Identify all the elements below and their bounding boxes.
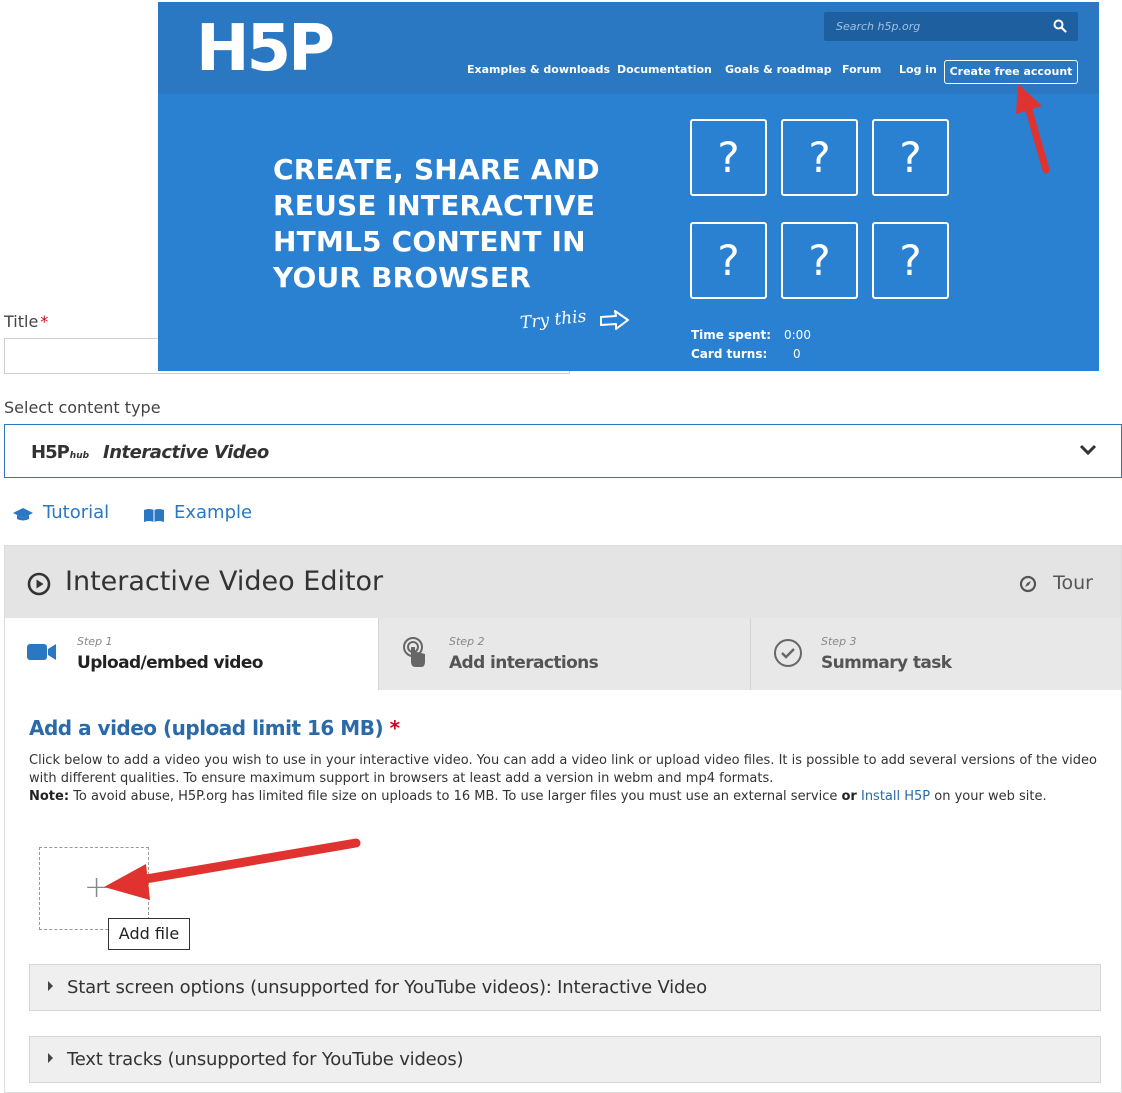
memory-card[interactable]: ?: [872, 119, 949, 196]
play-circle-icon: [27, 572, 51, 596]
note-text: To avoid abuse, H5P.org has limited file…: [73, 789, 838, 804]
install-h5p-link[interactable]: Install H5P: [861, 789, 930, 804]
content-type-select[interactable]: H5Phub Interactive Video: [4, 424, 1122, 478]
caret-right-icon: [48, 1053, 53, 1063]
start-screen-options-group[interactable]: Start screen options (unsupported for Yo…: [29, 964, 1101, 1011]
memory-card[interactable]: ?: [690, 222, 767, 299]
nav-documentation[interactable]: Documentation: [617, 63, 712, 76]
note-label: Note:: [29, 789, 70, 804]
h5p-hub-logo: H5Phub: [31, 442, 89, 463]
step-name: Summary task: [821, 653, 952, 673]
search-input[interactable]: [824, 12, 1044, 41]
description-text: Click below to add a video you wish to u…: [29, 753, 1097, 786]
step-number: Step 2: [449, 635, 485, 648]
tab-step-add-interactions[interactable]: Step 2 Add interactions: [379, 618, 751, 690]
chevron-down-icon[interactable]: [1079, 443, 1097, 457]
group-label: Text tracks (unsupported for YouTube vid…: [67, 1049, 464, 1070]
step-number: Step 3: [821, 635, 857, 648]
banner-headline: CREATE, SHARE AND REUSE INTERACTIVE HTML…: [273, 153, 600, 294]
required-mark: *: [389, 716, 400, 740]
graduation-cap-icon: [13, 508, 33, 521]
editor-header: Interactive Video Editor Tour: [5, 546, 1121, 618]
group-label: Start screen options (unsupported for Yo…: [67, 977, 707, 998]
add-file-tooltip: Add file: [108, 918, 190, 950]
tour-button[interactable]: Tour: [1053, 572, 1093, 594]
editor-steps: Step 1 Upload/embed video Step 2 Add int…: [5, 618, 1121, 690]
game-stats: Time spent: 0:00 Card turns: 0: [691, 328, 811, 366]
stat-label: Time spent:: [691, 328, 772, 342]
hub-logo-text: H5P: [31, 442, 70, 463]
content-type-label: Select content type: [4, 398, 161, 417]
required-mark: *: [40, 312, 49, 331]
compass-icon[interactable]: [1019, 575, 1037, 593]
stat-card-turns: Card turns: 0: [691, 347, 811, 366]
stat-value: 0:00: [784, 328, 811, 342]
note-tail: on your web site.: [934, 789, 1047, 804]
check-circle-icon: [774, 639, 802, 667]
step-name: Upload/embed video: [77, 653, 263, 673]
nav-goals-roadmap[interactable]: Goals & roadmap: [725, 63, 832, 76]
search-icon[interactable]: [1052, 18, 1068, 34]
touch-hand-icon: [403, 637, 425, 667]
editor-title: Interactive Video Editor: [65, 566, 384, 597]
add-video-description: Click below to add a video you wish to u…: [29, 752, 1101, 806]
interactive-video-editor: Interactive Video Editor Tour Step 1 Upl…: [4, 545, 1122, 1093]
memory-card[interactable]: ?: [781, 119, 858, 196]
nav-forum[interactable]: Forum: [842, 63, 881, 76]
title-label-text: Title: [4, 312, 39, 331]
site-search: [824, 12, 1078, 41]
step-number: Step 1: [77, 635, 113, 648]
text-tracks-group[interactable]: Text tracks (unsupported for YouTube vid…: [29, 1036, 1101, 1083]
nav-examples-downloads[interactable]: Examples & downloads: [467, 63, 610, 76]
create-free-account-button[interactable]: Create free account: [944, 60, 1078, 84]
stat-time-spent: Time spent: 0:00: [691, 328, 811, 347]
h5p-website-banner: H5P Examples & downloads Documentation G…: [158, 2, 1099, 371]
selected-content-type: Interactive Video: [103, 442, 269, 463]
memory-card[interactable]: ?: [872, 222, 949, 299]
memory-card[interactable]: ?: [690, 119, 767, 196]
stat-label: Card turns:: [691, 347, 768, 361]
hand-drawn-arrow-icon: [600, 310, 629, 330]
caret-right-icon: [48, 981, 53, 991]
add-video-heading-text: Add a video (upload limit 16 MB): [29, 716, 384, 740]
tutorial-link[interactable]: Tutorial: [43, 502, 109, 523]
note-or: or: [841, 789, 857, 804]
example-link[interactable]: Example: [174, 502, 252, 523]
memory-card[interactable]: ?: [781, 222, 858, 299]
hub-logo-suffix: hub: [69, 451, 90, 461]
add-video-heading: Add a video (upload limit 16 MB) *: [29, 716, 400, 740]
book-icon: [144, 509, 164, 522]
try-this-label: Try this: [519, 306, 588, 334]
plus-icon: +: [84, 870, 110, 905]
nav-log-in[interactable]: Log in: [899, 63, 937, 76]
video-camera-icon: [27, 644, 56, 660]
tab-step-upload-video[interactable]: Step 1 Upload/embed video: [5, 618, 379, 690]
site-nav: Examples & downloads Documentation Goals…: [158, 60, 1099, 84]
step-name: Add interactions: [449, 653, 599, 673]
tab-step-summary-task[interactable]: Step 3 Summary task: [751, 618, 1121, 690]
title-field-label: Title *: [4, 312, 48, 331]
stat-value: 0: [793, 347, 801, 361]
